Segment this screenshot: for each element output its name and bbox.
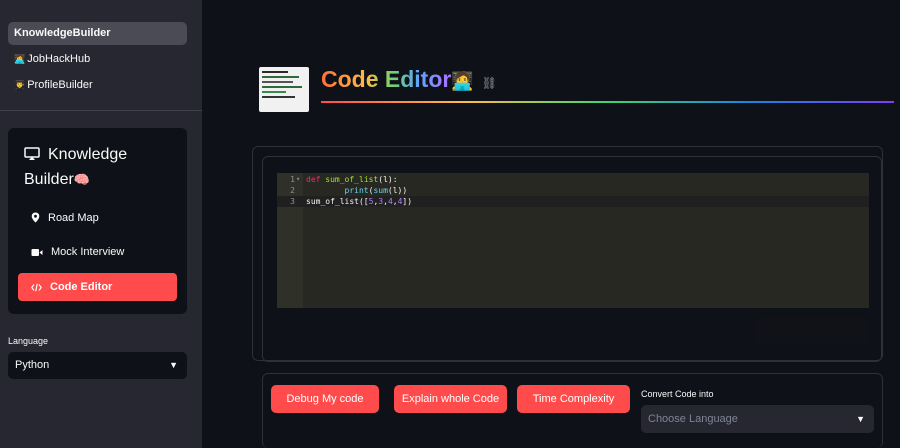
- convert-placeholder: Choose Language: [648, 413, 738, 425]
- code-line[interactable]: 2 print(sum(l)): [277, 185, 869, 196]
- convert-language-select[interactable]: Choose Language ▼: [641, 405, 874, 433]
- nav-item-label: ProfileBuilder: [27, 79, 93, 91]
- menu-item-code-editor[interactable]: Code Editor: [18, 273, 177, 301]
- line-number: 2: [290, 186, 295, 195]
- page-title-text: Code Editor: [321, 66, 452, 92]
- code-line[interactable]: 3 sum_of_list([5,3,4,4]): [277, 196, 869, 207]
- map-pin-icon: [31, 212, 40, 223]
- code-text: print(sum(l)): [344, 186, 408, 195]
- language-value: Python: [15, 359, 50, 371]
- code-text: sum_of_list([5,3,4,4]): [306, 197, 413, 206]
- menu-item-label: Mock Interview: [51, 246, 125, 258]
- language-select[interactable]: Python ▼: [8, 352, 187, 379]
- time-complexity-button[interactable]: Time Complexity: [517, 385, 630, 413]
- nav-item-knowledgebuilder[interactable]: KnowledgeBuilder: [8, 22, 187, 45]
- video-camera-icon: [31, 249, 43, 256]
- option-menu: Knowledge Builder🧠 Road Map Mock Intervi…: [8, 128, 187, 314]
- sidebar: KnowledgeBuilder 👩‍💻 JobHackHub 👨‍🎓 Profil…: [0, 0, 202, 448]
- code-line[interactable]: 1 ▾ def sum_of_list(l):: [277, 174, 869, 185]
- menu-item-label: Road Map: [48, 212, 99, 224]
- main-content: Code Editor🧑‍💻 ⛓ 1 ▾ def sum_of_list(l): …: [202, 0, 900, 448]
- page-title: Code Editor🧑‍💻 ⛓: [321, 66, 497, 93]
- title-divider: [321, 101, 894, 103]
- language-label: Language: [8, 336, 49, 346]
- chevron-down-icon: ▼: [169, 360, 178, 370]
- convert-label: Convert Code into: [641, 389, 714, 399]
- line-number: 3: [290, 197, 295, 206]
- code-editor[interactable]: 1 ▾ def sum_of_list(l): 2 print(sum(l)) …: [277, 173, 869, 308]
- brain-emoji-icon: 🧠: [73, 172, 90, 187]
- technologist-emoji-icon: 🧑‍💻: [451, 71, 474, 91]
- debug-code-button[interactable]: Debug My code: [271, 385, 379, 413]
- cast-icon: [24, 147, 40, 160]
- menu-title: Knowledge Builder🧠: [24, 142, 174, 192]
- student-emoji-icon: 👨‍🎓: [14, 80, 26, 90]
- menu-title-line1: Knowledge: [48, 146, 128, 163]
- anchor-link-icon[interactable]: ⛓: [482, 76, 497, 90]
- app-navigation: KnowledgeBuilder 👩‍💻 JobHackHub 👨‍🎓 Profil…: [8, 22, 187, 100]
- editor-submit-button[interactable]: [754, 318, 869, 345]
- nav-item-label: KnowledgeBuilder: [14, 27, 111, 39]
- nav-item-jobhackhub[interactable]: 👩‍💻 JobHackHub: [8, 48, 187, 71]
- coder-emoji-icon: 👩‍💻: [14, 54, 26, 64]
- nav-item-profilebuilder[interactable]: 👨‍🎓 ProfileBuilder: [8, 74, 187, 97]
- menu-item-label: Code Editor: [50, 281, 113, 293]
- menu-item-road-map[interactable]: Road Map: [18, 204, 177, 232]
- menu-item-mock-interview[interactable]: Mock Interview: [18, 238, 177, 266]
- code-text: def sum_of_list(l):: [306, 175, 398, 184]
- line-number: 1: [290, 175, 295, 184]
- code-editor-logo: [259, 67, 309, 112]
- menu-title-line2: Builder: [24, 171, 74, 188]
- sidebar-divider: [0, 110, 202, 111]
- code-icon: [31, 283, 42, 292]
- explain-code-button[interactable]: Explain whole Code: [394, 385, 507, 413]
- nav-item-label: JobHackHub: [27, 53, 91, 65]
- fold-arrow-icon[interactable]: ▾: [296, 174, 300, 185]
- chevron-down-icon: ▼: [856, 414, 865, 424]
